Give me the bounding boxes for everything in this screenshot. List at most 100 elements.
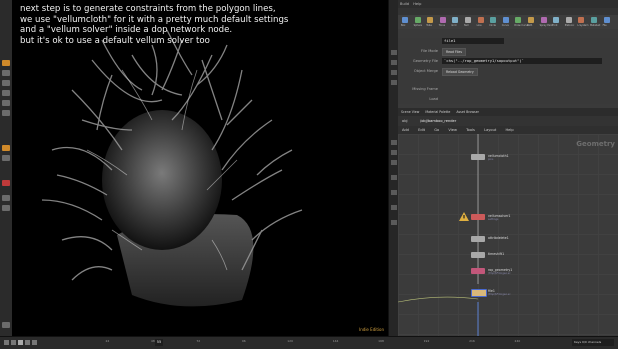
shelf-tool-icon[interactable] [452,17,459,23]
shelf-tool-label: Box [401,24,406,27]
node-body[interactable] [471,268,485,274]
shelf-tool-label: Path [527,24,533,27]
display-option-icon[interactable] [391,50,397,55]
keys-channels-field[interactable]: Keys 0/0 channels [572,339,614,346]
shelf-tool-icon[interactable] [427,17,434,23]
step-back-icon[interactable] [11,340,16,345]
shelf-tool-icon[interactable] [591,17,597,23]
node-name-field[interactable]: file1 [442,38,504,44]
object-merge-row: Object Merge Reload Geometry [398,68,618,76]
node-body[interactable] [471,289,487,297]
display-option-icon[interactable] [391,175,397,180]
network-menu-item[interactable]: Edit [418,128,425,132]
shelf-tool-icon[interactable] [402,17,408,23]
rotate-tool-icon[interactable] [2,80,10,86]
settings-icon[interactable] [2,322,10,328]
shelf-tool-icon[interactable] [414,17,421,23]
caption-line: next step is to generate constraints fro… [20,4,276,14]
current-frame-field[interactable]: 55 [155,339,163,346]
node-sublabel: settings [488,218,499,221]
network-menu-item[interactable]: View [448,128,457,132]
file-mode-menu[interactable]: Read Files [442,48,467,56]
step-forward-icon[interactable] [25,340,30,345]
geometry-file-field[interactable]: `chs("../rop_geometry1/sopoutput")` [442,58,602,64]
menu-item[interactable]: Help [413,2,421,6]
right-panel: Build Help Create Modify Model Polygon D… [398,0,618,336]
snapshot-icon[interactable] [2,205,10,211]
timeline[interactable]: 55 Keys 0/0 channels 24 48 72 96 120 144 168 19… [0,336,618,349]
shelf-tool-icon[interactable] [502,17,509,23]
node-sublabel: /tmp/$F4.bgeo.sc [488,293,511,296]
file-mode-row: File Mode Read Files [398,48,618,56]
shelf-tool-icon[interactable] [477,17,484,23]
missing-frame-row: Missing Frame [398,86,618,94]
display-option-icon[interactable] [391,205,397,210]
shelf-tool-icon[interactable] [578,17,585,23]
path-obj[interactable]: obj [402,119,407,123]
timeline-tick-label: 168 [378,339,384,343]
shelf-tool-icon[interactable] [528,17,534,23]
shelf-tool-icon[interactable] [565,17,572,23]
shelf-tool-label: Null [464,24,469,27]
menu-item[interactable]: Build [400,2,409,6]
node-body[interactable] [471,252,485,258]
tutorial-caption: next step is to generate constraints fro… [20,4,320,46]
shelf-tool-icon[interactable] [439,17,446,23]
timeline-tick-label: 144 [332,339,339,343]
missing-frame-label: Missing Frame [412,87,438,91]
pose-tool-icon[interactable] [2,110,10,116]
network-path[interactable]: /obj/bamboo_render [420,119,456,123]
reload-geometry-button[interactable]: Reload Geometry [442,68,478,76]
load-label: Load [429,97,438,101]
render-region-icon[interactable] [2,195,10,201]
shelf-tool-label: Metaball [590,24,601,27]
load-row: Load [398,96,618,104]
network-menu-item[interactable]: Help [505,128,513,132]
pane-tab[interactable]: Asset Browser [456,110,479,114]
display-option-icon[interactable] [391,160,397,165]
display-option-icon[interactable] [391,140,397,145]
display-option-icon[interactable] [391,60,397,65]
handle-tool-icon[interactable] [2,100,10,106]
pane-tab[interactable]: Scene View [401,110,419,114]
object-merge-label: Object Merge [413,69,438,73]
brush-tool-icon[interactable] [2,155,10,161]
network-menu-item[interactable]: Add [402,128,409,132]
select-tool-icon[interactable] [2,60,10,66]
shelf-tool-icon[interactable] [540,17,547,23]
display-option-icon[interactable] [391,70,397,75]
shelf-tool-label: Circle [489,24,496,27]
network-editor[interactable]: Geometry vellumcloth1 pins vellumsolver1… [398,134,618,336]
display-option-icon[interactable] [391,190,397,195]
display-option-icon[interactable] [391,80,397,85]
network-menu-item[interactable]: Tools [466,128,475,132]
shelf-tool-icon[interactable] [490,17,497,23]
jump-end-icon[interactable] [32,340,37,345]
display-option-icon[interactable] [391,150,397,155]
view-tool-icon[interactable] [2,145,10,151]
parameter-editor: file1 File Mode Read Files Geometry File… [398,38,618,104]
pane-tab[interactable]: Material Palette [425,110,450,114]
move-tool-icon[interactable] [2,70,10,76]
display-option-icon[interactable] [391,220,397,225]
scene-viewport[interactable]: next step is to generate constraints fro… [12,0,388,336]
magnet-icon[interactable] [2,180,10,186]
shelf-tool-icon[interactable] [465,17,471,23]
node-name-row: file1 [398,38,618,46]
timeline-tick-label: 192 [423,339,430,343]
bust-head [102,110,222,250]
shelf-tool-label: L-System [577,24,589,27]
network-menu-item[interactable]: Go [434,128,439,132]
shelf-tool-icon[interactable] [553,17,560,23]
node-body[interactable] [471,236,485,242]
network-menu-item[interactable]: Layout [484,128,496,132]
node-wires [398,134,479,336]
jump-start-icon[interactable] [4,340,9,345]
node-body[interactable] [471,214,485,220]
play-icon[interactable] [18,340,23,345]
shelf-tool-icon[interactable] [515,17,522,23]
edition-label: Indie Edition [359,327,384,332]
node-body[interactable] [471,154,485,160]
shelf-tool-icon[interactable] [603,17,610,23]
scale-tool-icon[interactable] [2,90,10,96]
